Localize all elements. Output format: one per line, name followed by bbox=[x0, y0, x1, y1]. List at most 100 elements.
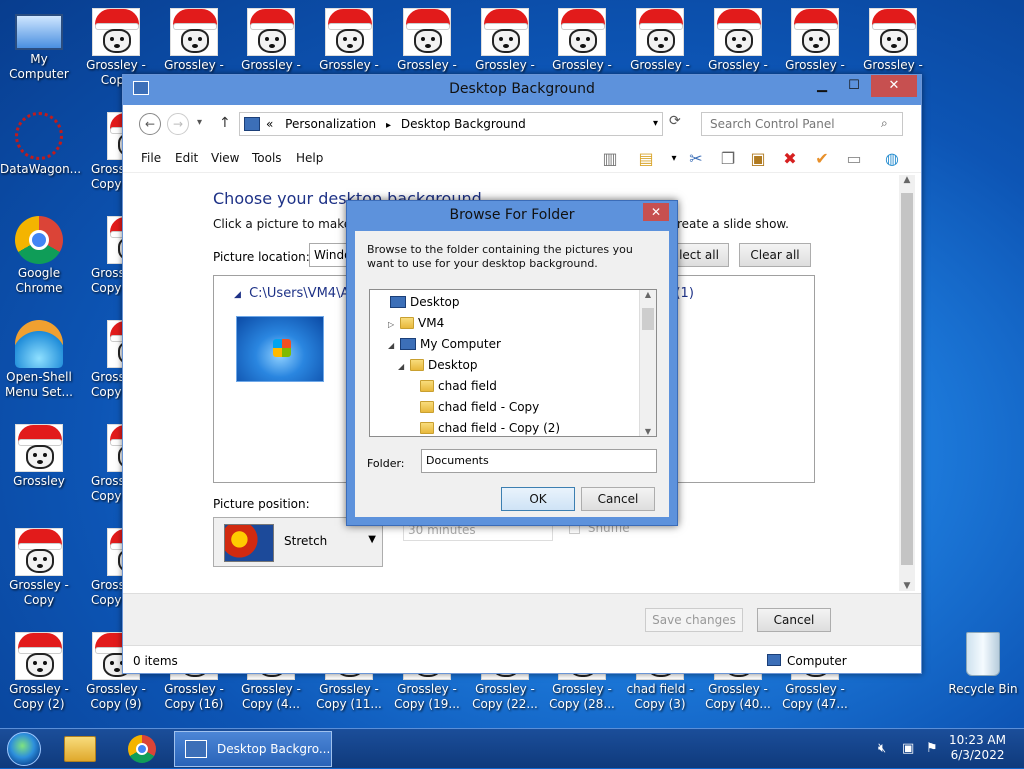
layout-icon[interactable]: ▥ bbox=[599, 149, 621, 169]
tree-item-label: chad field bbox=[438, 379, 497, 393]
apply-icon[interactable]: ✔ bbox=[811, 149, 833, 169]
refresh-button[interactable]: ⟳ bbox=[669, 113, 681, 129]
minimize-button[interactable]: ▁ bbox=[807, 75, 837, 97]
ok-button[interactable]: OK bbox=[501, 487, 575, 511]
scroll-thumb[interactable] bbox=[901, 193, 913, 565]
recycle-bin-icon[interactable]: Recycle Bin bbox=[944, 632, 1022, 696]
tools-dropdown-icon[interactable]: ▾ bbox=[663, 149, 685, 169]
desktop-icon-partial[interactable]: GrosslCopy bbox=[77, 424, 122, 504]
menu-view[interactable]: View bbox=[211, 151, 239, 165]
tree-item[interactable]: chad field - Copy bbox=[408, 397, 539, 418]
desktop-icon-partial[interactable]: GrosslCopy bbox=[77, 216, 122, 296]
scroll-down-icon[interactable]: ▼ bbox=[640, 427, 656, 436]
taskbar-file-explorer[interactable] bbox=[56, 731, 104, 767]
taskbar-chrome[interactable] bbox=[118, 731, 166, 767]
start-button[interactable] bbox=[4, 731, 44, 767]
breadcrumb-desktop-background[interactable]: Desktop Background bbox=[401, 117, 526, 131]
page-subtext: Click a picture to make it reate a slide… bbox=[213, 217, 789, 231]
collapse-icon[interactable]: ◢ bbox=[234, 290, 241, 300]
window-titlebar[interactable]: Desktop Background ▁ ☐ ✕ bbox=[123, 75, 921, 105]
rename-icon[interactable]: ▭ bbox=[843, 149, 865, 169]
forward-button[interactable]: → bbox=[167, 113, 189, 135]
shell-icon[interactable]: ◍ bbox=[881, 149, 903, 169]
desktop-icon[interactable]: DataWagon... bbox=[0, 112, 81, 177]
desktop-icon[interactable]: Grossley bbox=[0, 424, 78, 489]
expand-toggle-icon[interactable]: ◢ bbox=[388, 335, 398, 356]
clock[interactable]: 10:23 AM 6/3/2022 bbox=[949, 733, 1006, 763]
close-button[interactable]: ✕ bbox=[871, 75, 917, 97]
breadcrumb-personalization[interactable]: Personalization bbox=[285, 117, 376, 131]
menu-file[interactable]: File bbox=[141, 151, 161, 165]
expand-toggle-icon[interactable]: ◢ bbox=[398, 356, 408, 377]
folder-tree[interactable]: Desktop ▷ VM4 ◢ My Computer ◢ Desktop chad fiel… bbox=[369, 289, 657, 437]
tree-item[interactable]: Desktop bbox=[378, 292, 460, 313]
save-changes-button[interactable]: Save changes bbox=[645, 608, 743, 632]
desktop-icon[interactable]: Grossley - bbox=[621, 8, 699, 73]
tree-item[interactable]: chad field bbox=[408, 376, 497, 397]
desktop-icon-partial[interactable]: GrosslCopy bbox=[77, 320, 122, 400]
vertical-scrollbar[interactable]: ▲ ▼ bbox=[899, 175, 915, 591]
recent-pages-dropdown[interactable]: ▾ bbox=[197, 117, 202, 128]
desktop-icon-partial[interactable]: GrosslCopy bbox=[77, 528, 122, 608]
desktop-icon-label: Grossley bbox=[13, 474, 65, 488]
breadcrumb-separator-icon[interactable]: ▸ bbox=[386, 120, 391, 131]
desktop-icon[interactable]: Grossley - bbox=[466, 8, 544, 73]
address-dropdown-icon[interactable]: ▾ bbox=[653, 113, 658, 135]
desktop-icon[interactable]: Grossley - bbox=[388, 8, 466, 73]
network-icon[interactable]: ▣ bbox=[902, 741, 914, 756]
scroll-up-icon[interactable]: ▲ bbox=[899, 175, 915, 185]
desktop-icon[interactable]: Google Chrome bbox=[0, 216, 78, 296]
tree-item[interactable]: ◢ My Computer bbox=[388, 334, 501, 355]
wallpaper-thumbnail[interactable] bbox=[236, 316, 324, 382]
folder-path-text: C:\Users\VM4\Ap bbox=[249, 286, 358, 301]
search-input[interactable]: Search Control Panel bbox=[701, 112, 903, 136]
desktop-icon[interactable]: Grossley - Copy bbox=[0, 528, 78, 608]
desktop-icon[interactable]: Grossley - bbox=[699, 8, 777, 73]
properties-icon[interactable]: ▤ bbox=[635, 149, 657, 169]
tree-scrollbar[interactable]: ▲ ▼ bbox=[639, 290, 656, 436]
desktop-icon-partial[interactable]: GrosslCopy bbox=[77, 112, 122, 192]
address-field[interactable]: « Personalization ▸ Desktop Background ▾ bbox=[239, 112, 663, 136]
up-button[interactable]: ↑ bbox=[219, 115, 231, 131]
tree-item[interactable]: ◢ Desktop bbox=[398, 355, 478, 376]
cut-icon[interactable]: ✂ bbox=[685, 149, 707, 169]
delete-icon[interactable]: ✖ bbox=[779, 149, 801, 169]
folder-input[interactable]: Documents bbox=[421, 449, 657, 473]
tree-item[interactable]: chad field - Copy (2) bbox=[408, 418, 560, 436]
address-overflow-chevron[interactable]: « bbox=[266, 117, 273, 131]
scroll-up-icon[interactable]: ▲ bbox=[640, 290, 656, 299]
select-all-button[interactable]: lect all bbox=[669, 243, 729, 267]
folder-icon bbox=[420, 380, 434, 392]
desktop-icon[interactable]: Grossley - bbox=[155, 8, 233, 73]
desktop-icon[interactable]: Grossley - bbox=[543, 8, 621, 73]
volume-muted-icon[interactable]: 🔇︎ bbox=[878, 741, 886, 756]
expand-toggle-icon[interactable]: ▷ bbox=[388, 314, 398, 335]
cancel-button[interactable]: Cancel bbox=[757, 608, 831, 632]
desktop-icon[interactable]: Open-Shell Menu Set... bbox=[0, 320, 78, 400]
desktop-icon[interactable]: My Computer bbox=[0, 8, 78, 82]
tree-scroll-thumb[interactable] bbox=[642, 308, 654, 330]
menu-help[interactable]: Help bbox=[296, 151, 323, 165]
back-button[interactable]: ← bbox=[139, 113, 161, 135]
desktop-icon-label: Grossley - bbox=[863, 58, 923, 72]
copy-icon[interactable]: ❐ bbox=[717, 149, 739, 169]
dialog-cancel-button[interactable]: Cancel bbox=[581, 487, 655, 511]
menu-edit[interactable]: Edit bbox=[175, 151, 198, 165]
grossley-icon bbox=[170, 8, 218, 56]
desktop-icon[interactable]: Grossley - bbox=[854, 8, 932, 73]
search-icon[interactable]: ⌕ bbox=[881, 116, 888, 131]
action-center-icon[interactable]: ⚑ bbox=[926, 741, 938, 756]
desktop-icon[interactable]: Grossley - Copy (2) bbox=[0, 632, 78, 712]
desktop-icon[interactable]: Grossley - bbox=[310, 8, 388, 73]
dialog-close-button[interactable]: ✕ bbox=[643, 203, 669, 221]
scroll-down-icon[interactable]: ▼ bbox=[899, 581, 915, 591]
clear-all-button[interactable]: Clear all bbox=[739, 243, 811, 267]
folder-group-header[interactable]: ◢ C:\Users\VM4\Ap bbox=[234, 286, 358, 301]
desktop-icon[interactable]: Grossley - bbox=[232, 8, 310, 73]
menu-tools[interactable]: Tools bbox=[252, 151, 282, 165]
desktop-icon[interactable]: Grossley - bbox=[776, 8, 854, 73]
paste-icon[interactable]: ▣ bbox=[747, 149, 769, 169]
maximize-button[interactable]: ☐ bbox=[839, 75, 869, 97]
tree-item[interactable]: ▷ VM4 bbox=[388, 313, 444, 334]
taskbar-desktop-background[interactable]: Desktop Backgro... bbox=[174, 731, 332, 767]
